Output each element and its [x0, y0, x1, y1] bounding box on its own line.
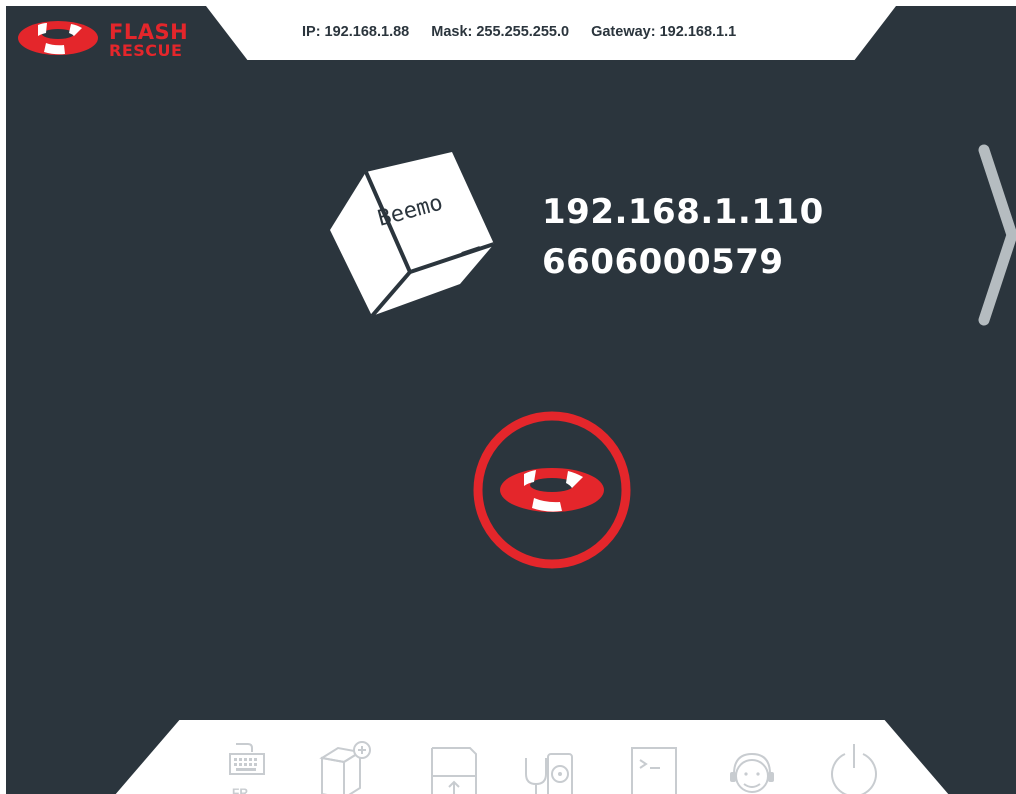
- support-icon: [730, 752, 774, 793]
- next-arrow-button[interactable]: [974, 144, 1016, 326]
- power-button[interactable]: [826, 740, 882, 794]
- device-serial-text: 6606000579: [542, 242, 784, 282]
- add-device-button[interactable]: [316, 740, 372, 794]
- rescue-button[interactable]: [472, 410, 632, 570]
- disk-diagnostic-button[interactable]: [520, 740, 576, 794]
- device-box-icon: Beemo: [330, 152, 495, 318]
- support-button[interactable]: [724, 740, 780, 794]
- add-device-icon: [319, 741, 371, 794]
- keyboard-language-label: FR: [232, 786, 248, 794]
- gateway-label: Gateway: 192.168.1.1: [591, 24, 737, 40]
- logo-subtitle: RESCUE: [109, 41, 183, 60]
- mask-label: Mask: 255.255.255.0: [431, 24, 570, 40]
- device-ip-text: 192.168.1.110: [542, 192, 824, 232]
- lifebuoy-logo-icon: [18, 21, 98, 55]
- keyboard-button[interactable]: FR: [216, 740, 272, 794]
- upload-button[interactable]: [424, 740, 480, 794]
- power-icon: [831, 744, 877, 794]
- flash-rescue-logo: FLASH RESCUE: [16, 16, 196, 64]
- ip-address-label: IP: 192.168.1.88: [302, 24, 410, 40]
- terminal-button[interactable]: [626, 740, 682, 794]
- terminal-icon: [631, 747, 677, 794]
- network-info: IP: 192.168.1.88 Mask: 255.255.255.0 Gat…: [302, 24, 736, 44]
- main-screen: IP: 192.168.1.88 Mask: 255.255.255.0 Gat…: [6, 6, 1016, 794]
- disk-diagnostic-icon: [525, 753, 573, 794]
- upload-icon: [431, 747, 477, 794]
